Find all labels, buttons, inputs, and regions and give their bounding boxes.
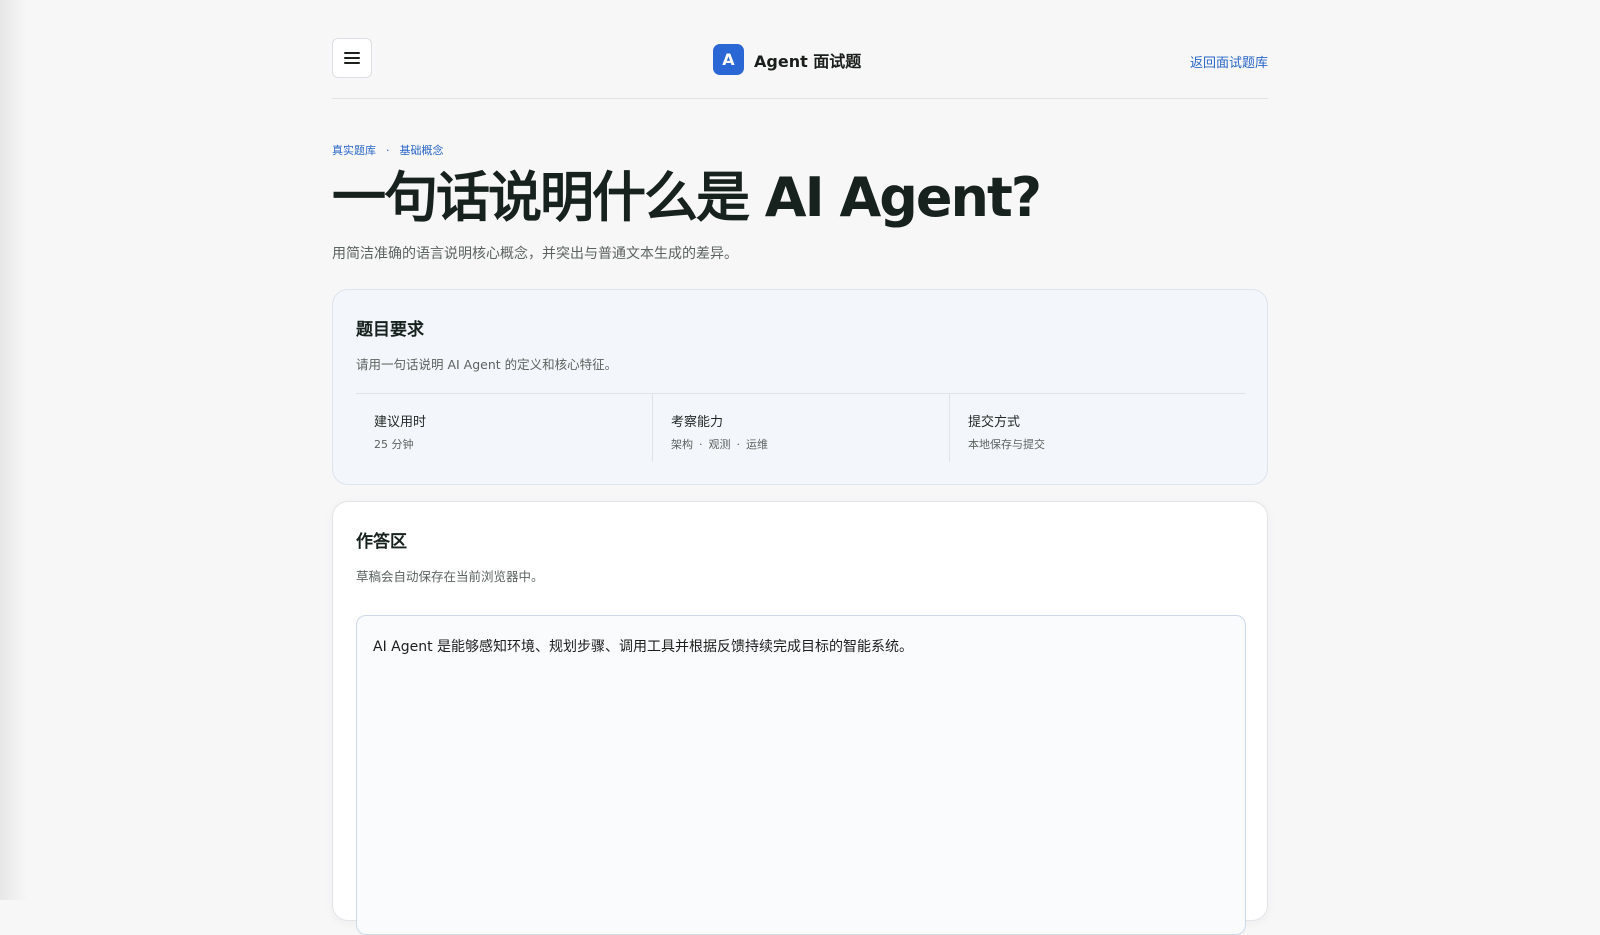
page-subtitle: 用简洁准确的语言说明核心概念，并突出与普通文本生成的差异。 (332, 246, 738, 262)
answer-card: 作答区 草稿会自动保存在当前浏览器中。 AI Agent 是能够感知环境、规划步… (332, 501, 1268, 935)
answer-description: 草稿会自动保存在当前浏览器中。 (356, 569, 544, 584)
meta-label: 考察能力 (671, 415, 724, 430)
tag-separator: · (699, 438, 703, 451)
page-title: 一句话说明什么是 AI Agent? (332, 166, 1042, 229)
meta-suggested-time: 建议用时 25 分钟 (356, 394, 652, 462)
skill-tag: 运维 (746, 438, 768, 451)
breadcrumb-item-bank[interactable]: 真实题库 (332, 142, 376, 158)
brand-name: Agent 面试题 (754, 51, 862, 71)
breadcrumb-separator: · (386, 143, 390, 157)
brand[interactable]: A Agent 面试题 (713, 44, 861, 75)
requirements-description: 请用一句话说明 AI Agent 的定义和核心特征。 (356, 357, 618, 372)
meta-label: 建议用时 (374, 415, 427, 430)
hamburger-menu-icon (344, 49, 360, 67)
left-edge-shade (0, 0, 28, 900)
meta-value: 25 分钟 (374, 438, 414, 451)
breadcrumb-item-category[interactable]: 基础概念 (400, 142, 444, 158)
top-header: A Agent 面试题 返回面试题库 (332, 0, 1268, 99)
requirements-card: 题目要求 请用一句话说明 AI Agent 的定义和核心特征。 建议用时 25 … (332, 289, 1268, 485)
tag-separator: · (736, 438, 741, 451)
breadcrumb: 真实题库 · 基础概念 (332, 142, 444, 158)
back-to-question-bank-link[interactable]: 返回面试题库 (1190, 52, 1268, 71)
main-container: A Agent 面试题 返回面试题库 真实题库 · 基础概念 一句话说明什么是 … (332, 0, 1268, 935)
skill-tag: 架构 (671, 438, 693, 451)
requirements-meta: 建议用时 25 分钟 考察能力 架构 · 观测 · 运维 提交方式 本地保存与提交 (356, 393, 1246, 462)
answer-textarea[interactable]: AI Agent 是能够感知环境、规划步骤、调用工具并根据反馈持续完成目标的智能… (356, 615, 1246, 935)
menu-button[interactable] (332, 38, 372, 78)
skill-tag: 观测 (708, 438, 731, 451)
meta-skills: 考察能力 架构 · 观测 · 运维 (652, 394, 949, 462)
meta-submission: 提交方式 本地保存与提交 (949, 394, 1246, 462)
meta-value: 本地保存与提交 (968, 438, 1045, 451)
answer-title: 作答区 (356, 532, 407, 552)
meta-value: 架构 · 观测 · 运维 (671, 436, 931, 452)
brand-logo-icon: A (713, 44, 744, 75)
requirements-title: 题目要求 (356, 320, 424, 340)
meta-label: 提交方式 (968, 415, 1021, 430)
